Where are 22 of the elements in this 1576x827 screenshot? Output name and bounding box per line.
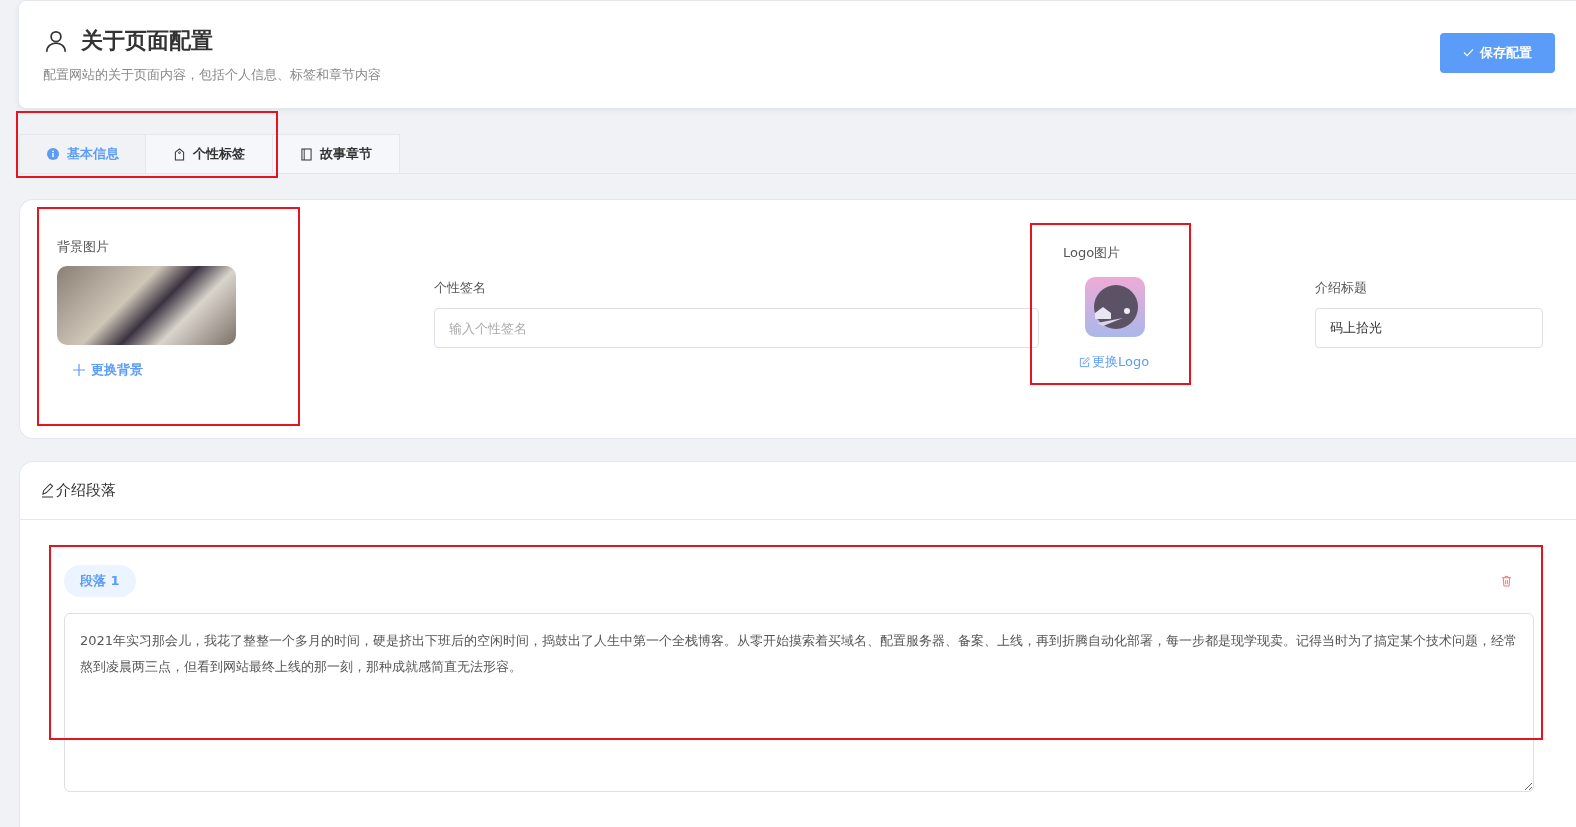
page-title: 关于页面配置 [81, 26, 213, 55]
page-subtitle: 配置网站的关于页面内容，包括个人信息、标签和章节内容 [43, 65, 381, 84]
book-icon [300, 147, 312, 161]
signature-input-field[interactable]: 输入个性签名 [434, 308, 1039, 348]
field-label: 介绍标题 [1315, 279, 1368, 297]
field-label: 个性签名 [434, 279, 487, 297]
paragraph-text-area[interactable]: 2021年实习那会儿，我花了整整一个多月的时间，硬是挤出下班后的空闲时间，捣鼓出了人生中第一个全栈博客。从零开始摸索着买域名、配置服务器、备案、上线，再到折腾自动化部署，每一步都是现学现卖。记得当时为了搞定某个技术问题，经常熬到凌晨两三点，但看到网站最终上线的那一刻，那种成就感简直无法形容。 [64, 613, 1534, 792]
tab[interactable]: 故事章节 [273, 134, 400, 173]
intro-title-input-field[interactable]: 码上拾光 [1315, 308, 1543, 348]
plus-icon [73, 364, 85, 376]
field-label: Logo图片 [1063, 244, 1121, 262]
field-label: 背景图片 [57, 238, 110, 256]
info-icon [46, 148, 59, 160]
check-icon [1463, 48, 1474, 57]
pencil-icon [41, 483, 54, 498]
night-house-logo-icon [1085, 277, 1145, 337]
tag-icon [173, 147, 185, 161]
section-title: 介绍段落 [56, 481, 116, 500]
tab[interactable]: 个性标签 [146, 134, 273, 173]
paragraph-badge: 段落 1 [64, 565, 136, 597]
delete-icon[interactable] [1501, 575, 1512, 587]
edit-icon [1079, 356, 1090, 368]
